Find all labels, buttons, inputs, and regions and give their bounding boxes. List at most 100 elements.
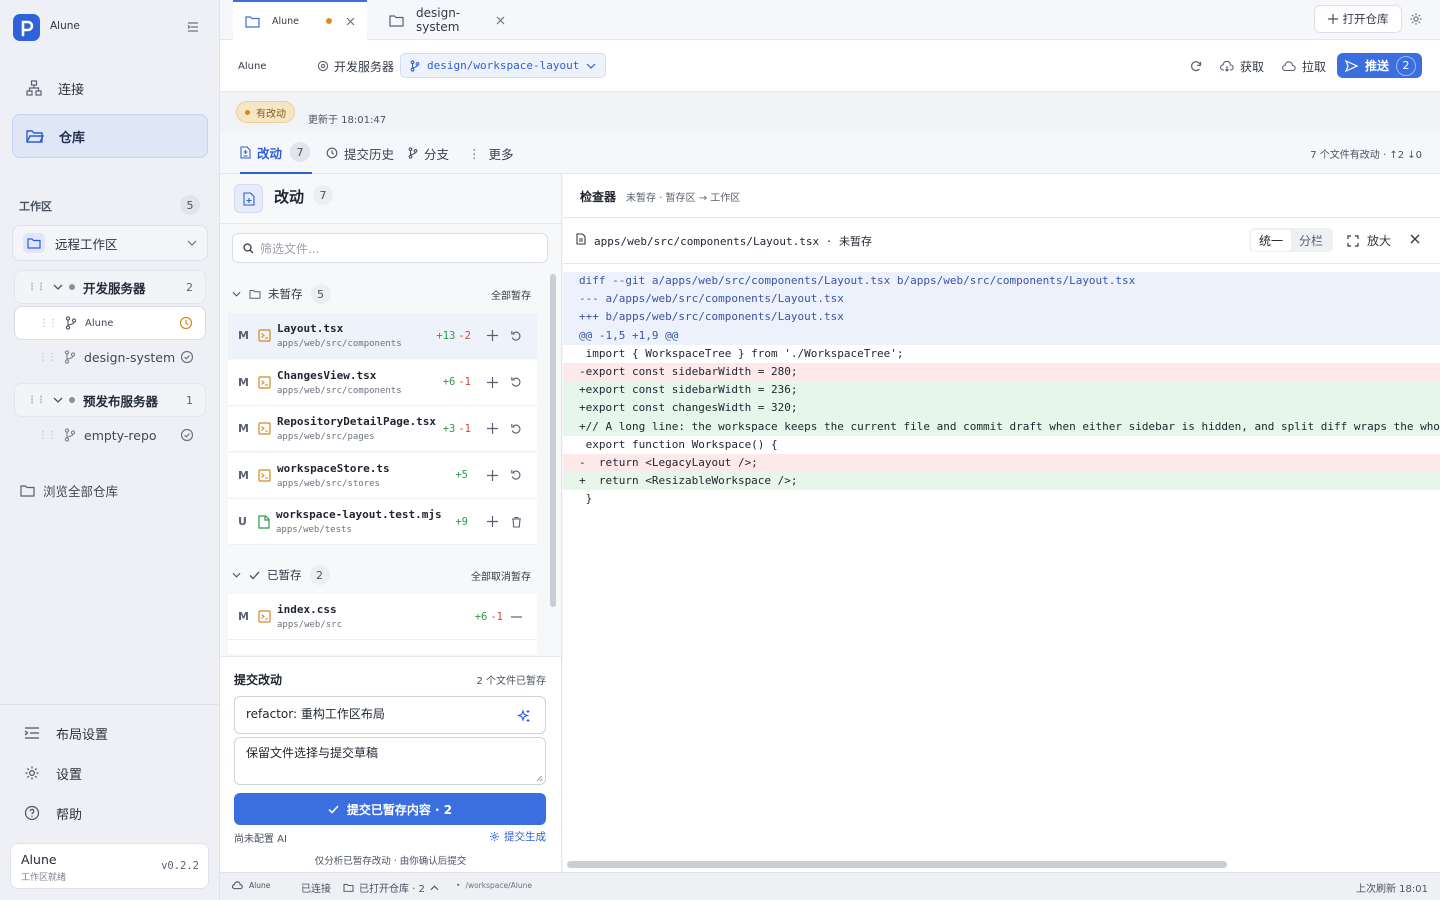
- stage-plus-icon[interactable]: [481, 371, 503, 393]
- sparkles-icon[interactable]: [516, 709, 531, 724]
- diff-line: -export const sidebarWidth = 280;: [563, 362, 1440, 382]
- unstaged-count: 5: [310, 284, 331, 304]
- drag-handle-icon[interactable]: ⋮⋮: [27, 395, 46, 406]
- commit-summary-input[interactable]: refactor: 重构工作区布局: [234, 696, 546, 734]
- changed-badge-label: 有改动: [256, 108, 286, 120]
- remote-workspace-select[interactable]: 远程工作区: [12, 225, 208, 261]
- file-code-icon: [258, 329, 271, 342]
- stage-plus-icon[interactable]: [481, 464, 503, 486]
- generate-commit-label: 提交生成: [504, 831, 546, 843]
- file-row[interactable]: MworkspaceStore.ts apps/web/src/stores +5: [228, 452, 537, 499]
- push-count-badge: 2: [1396, 55, 1416, 76]
- tab-branches[interactable]: 分支: [408, 132, 449, 174]
- diff-viewer[interactable]: diff --git a/apps/web/src/components/Lay…: [563, 272, 1440, 832]
- view-split-button[interactable]: 分栏: [1291, 230, 1331, 251]
- file-row[interactable]: Mindex.css apps/web/src +6 -1: [228, 594, 537, 640]
- discard-icon[interactable]: [505, 464, 527, 486]
- filter-files-input[interactable]: 筛选文件...: [232, 233, 548, 263]
- workspace-item-alune[interactable]: ⋮⋮ Alune: [14, 306, 206, 340]
- open-repo-button[interactable]: 打开仓库: [1314, 5, 1402, 33]
- nav-layout-settings[interactable]: 布局设置: [10, 713, 206, 753]
- stage-plus-icon[interactable]: [481, 325, 503, 347]
- unstage-icon[interactable]: [505, 606, 527, 628]
- new-file-icon: [258, 514, 270, 529]
- resize-grip-icon[interactable]: [536, 775, 543, 782]
- tab-more[interactable]: ⋮ 更多: [468, 132, 514, 174]
- folder-icon: [343, 883, 354, 892]
- workspace-group-dev[interactable]: ⋮⋮ 开发服务器 2: [14, 270, 206, 304]
- chevron-down-icon[interactable]: [53, 284, 63, 290]
- check-icon: [328, 804, 339, 814]
- file-row[interactable]: M ChangesView.tsx apps/web/src/components +…: [228, 359, 537, 406]
- footer-app: Alune: [232, 881, 270, 890]
- pull-button[interactable]: 拉取: [1282, 54, 1326, 78]
- chevron-down-icon[interactable]: [53, 397, 63, 403]
- nav-settings[interactable]: 设置: [10, 753, 206, 793]
- footer-app-name: Alune: [249, 881, 271, 890]
- workspace-item-design-system[interactable]: ⋮⋮ design-system: [14, 340, 206, 374]
- close-icon[interactable]: [496, 16, 505, 25]
- commit-description-textarea[interactable]: 保留文件选择与提交草稿: [234, 737, 546, 785]
- nav-connections[interactable]: 连接: [12, 68, 208, 108]
- diff-horizontal-scrollbar[interactable]: [567, 861, 1227, 868]
- drag-handle-icon[interactable]: ⋮⋮: [39, 318, 58, 329]
- file-code-icon: [258, 468, 271, 482]
- file-row[interactable]: MPanelResizeHandle.tsx: [228, 640, 537, 654]
- user-card[interactable]: Alune 工作区就绪 v0.2.2: [10, 843, 209, 889]
- workspace-group-staging[interactable]: ⋮⋮ 预发布服务器 1: [14, 383, 206, 417]
- workspace-item-empty-repo[interactable]: ⋮⋮ empty-repo: [14, 418, 206, 452]
- close-icon[interactable]: [346, 17, 355, 26]
- branch-icon: [65, 316, 77, 330]
- push-button[interactable]: 推送 2: [1337, 53, 1422, 78]
- file-row[interactable]: Uworkspace-layout.test.mjs apps/web/tests…: [228, 499, 537, 545]
- drag-handle-icon[interactable]: ⋮⋮: [38, 352, 57, 363]
- chevron-down-icon[interactable]: [232, 291, 241, 297]
- close-icon[interactable]: [1410, 234, 1420, 244]
- stage-plus-icon[interactable]: [481, 418, 503, 440]
- stage-plus-icon[interactable]: [481, 511, 503, 533]
- zoom-button[interactable]: 放大: [1347, 232, 1391, 249]
- nav-label: 连接: [58, 82, 85, 98]
- refresh-icon[interactable]: [1190, 60, 1202, 72]
- trash-icon[interactable]: [505, 511, 527, 533]
- discard-icon[interactable]: [505, 325, 527, 347]
- file-row[interactable]: M RepositoryDetailPage.tsx apps/web/src/pa…: [228, 406, 537, 452]
- tab-changes[interactable]: 改动 7: [240, 132, 312, 174]
- tab-design-system[interactable]: design-system: [377, 0, 517, 40]
- tab-commit-history[interactable]: 提交历史: [326, 132, 394, 174]
- layout-list-icon: [22, 723, 42, 743]
- diff-line: diff --git a/apps/web/src/components/Lay…: [563, 272, 1440, 291]
- collapse-sidebar-icon[interactable]: [186, 20, 200, 34]
- gear-icon[interactable]: [1409, 12, 1423, 26]
- server-selector[interactable]: 开发服务器: [317, 54, 394, 78]
- staged-section-header[interactable]: 已暂存 2 全部取消暂存: [228, 559, 537, 591]
- unstage-all-button[interactable]: 全部取消暂存: [471, 568, 531, 583]
- unstage-icon[interactable]: [505, 652, 527, 655]
- drag-handle-icon[interactable]: ⋮⋮: [38, 430, 57, 441]
- footer-open-repos[interactable]: 已打开仓库 · 2: [343, 880, 439, 895]
- file-list-scrollbar[interactable]: [550, 274, 556, 607]
- group-count: 1: [186, 393, 193, 407]
- browse-all-repos-link[interactable]: 浏览全部仓库: [20, 481, 118, 500]
- generate-commit-link[interactable]: 提交生成: [489, 829, 546, 844]
- tab-alune[interactable]: Alune: [233, 0, 367, 40]
- view-mode-toggle[interactable]: 统一 分栏: [1249, 228, 1334, 252]
- diff-file-header: apps/web/src/components/Layout.tsx · 未暂存…: [563, 218, 1440, 264]
- chevron-down-icon[interactable]: [232, 572, 241, 578]
- discard-icon[interactable]: [505, 418, 527, 440]
- status-dot: [69, 397, 75, 403]
- drag-handle-icon[interactable]: ⋮⋮: [27, 282, 46, 293]
- app-version: v0.2.2: [161, 860, 199, 872]
- file-status: M: [238, 468, 249, 482]
- unstaged-section-header[interactable]: 未暂存 5 全部暂存: [228, 278, 537, 310]
- file-status: U: [238, 515, 247, 528]
- branch-selector[interactable]: design/workspace-layout: [400, 53, 607, 78]
- view-unified-button[interactable]: 统一: [1251, 229, 1292, 251]
- nav-help[interactable]: 帮助: [10, 793, 206, 833]
- discard-icon[interactable]: [505, 371, 527, 393]
- commit-button[interactable]: 提交已暂存内容 · 2: [234, 793, 546, 825]
- nav-repositories[interactable]: 仓库: [12, 114, 208, 158]
- stage-all-button[interactable]: 全部暂存: [491, 287, 531, 302]
- fetch-button[interactable]: 获取: [1220, 54, 1264, 78]
- file-row[interactable]: M Layout.tsx apps/web/src/components +13 -2: [228, 313, 537, 359]
